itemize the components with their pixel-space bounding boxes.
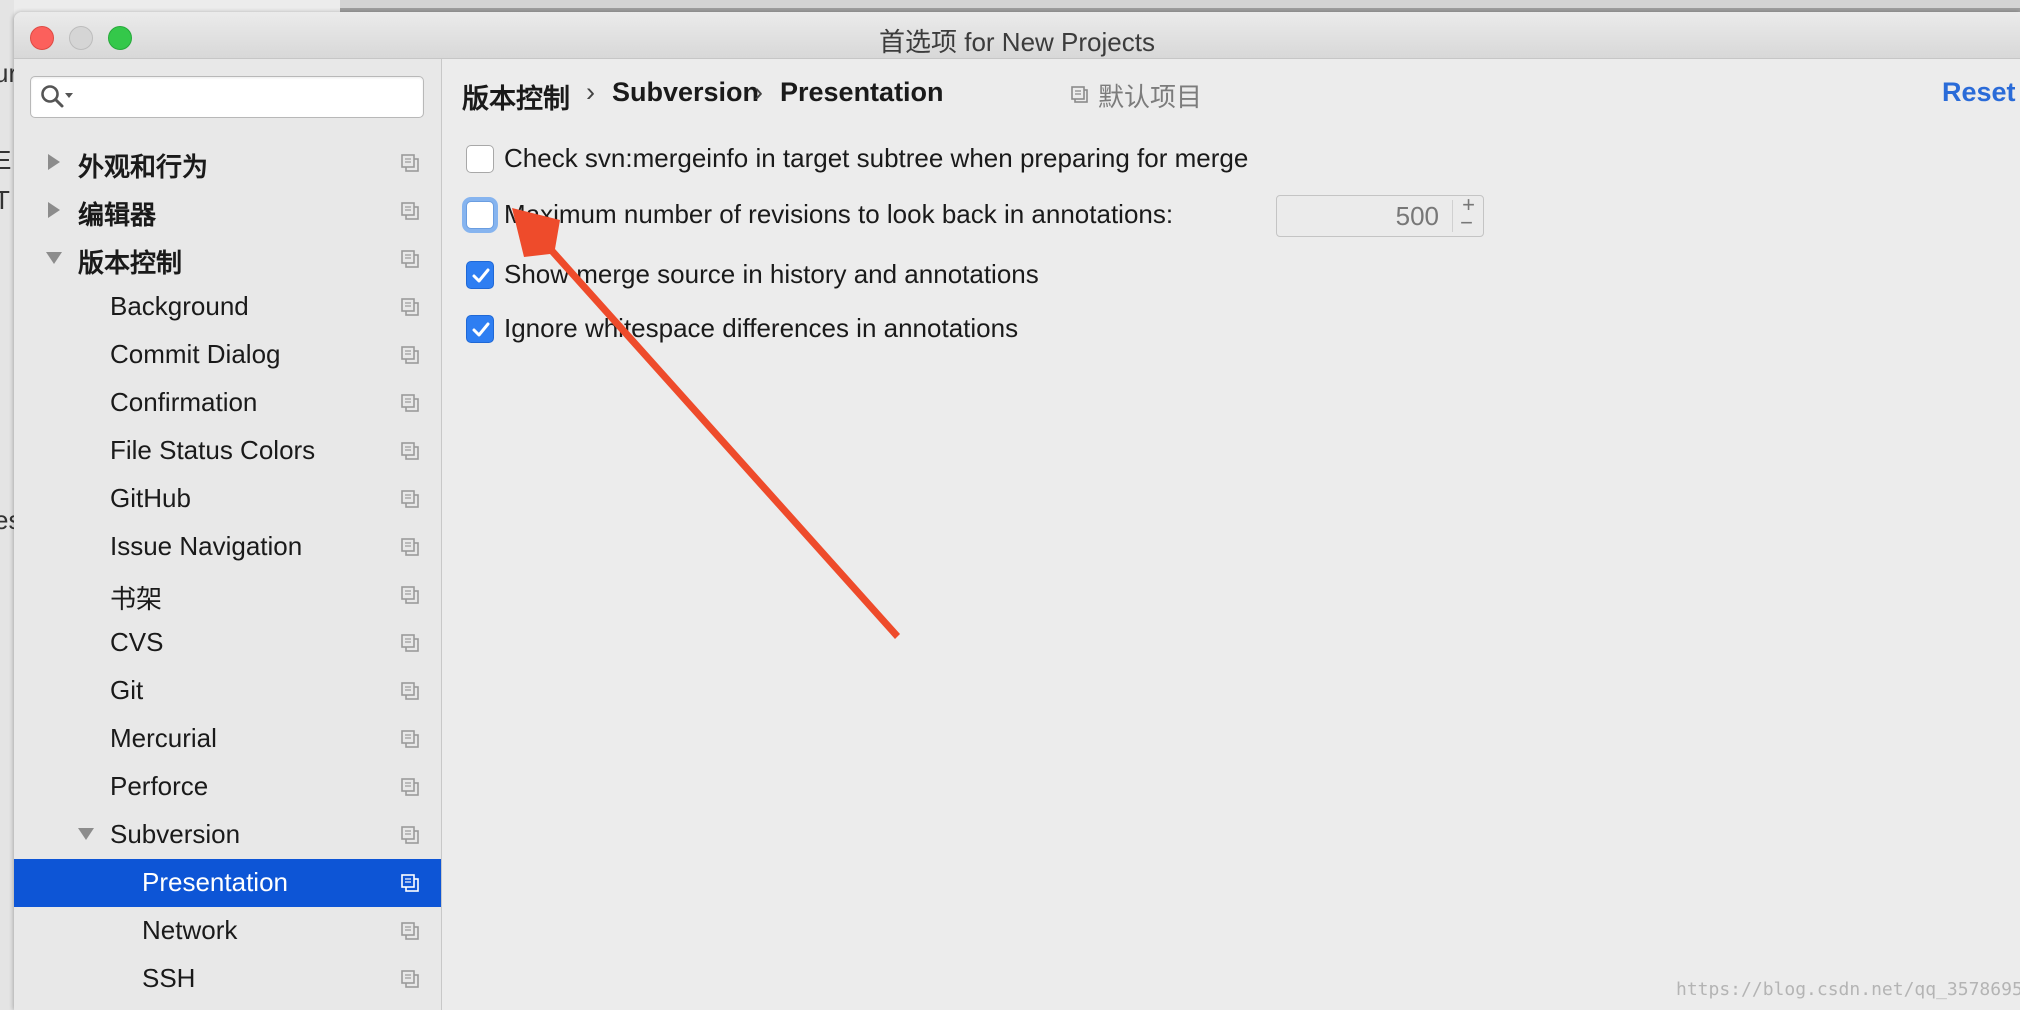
project-settings-icon	[401, 778, 419, 796]
sidebar-item[interactable]: File Status Colors	[14, 427, 441, 475]
sidebar-item[interactable]: CVS	[14, 619, 441, 667]
sidebar-item-label: Issue Navigation	[110, 531, 303, 561]
sidebar-item-label: CVS	[110, 627, 164, 657]
breadcrumb-item[interactable]: Subversion	[612, 77, 759, 108]
breadcrumb-item: Presentation	[780, 77, 944, 107]
sidebar-item[interactable]: GitHub	[14, 475, 441, 523]
settings-sidebar: 外观和行为编辑器版本控制 Background Commit Dialog Confi…	[14, 59, 442, 1010]
expand-arrow-down-icon[interactable]	[44, 247, 64, 269]
default-project-label: 默认项目	[1098, 82, 1203, 112]
project-settings-icon	[401, 346, 419, 364]
project-settings-icon	[401, 490, 419, 508]
project-settings-icon	[401, 538, 419, 556]
sidebar-item[interactable]: 外观和行为	[14, 139, 441, 187]
show-merge-source-checkbox[interactable]	[466, 261, 494, 289]
project-settings-icon	[401, 682, 419, 700]
sidebar-item-label: Network	[142, 915, 238, 945]
sidebar-item[interactable]: Issue Navigation	[14, 523, 441, 571]
sidebar-item[interactable]: Network	[14, 907, 441, 955]
sidebar-item-label: 书架	[110, 584, 163, 614]
project-settings-icon	[401, 202, 419, 220]
option-label: Ignore whitespace differences in annotat…	[504, 313, 1019, 343]
sidebar-item-label: Git	[110, 675, 144, 705]
project-settings-icon	[401, 154, 419, 172]
title-bar[interactable]: 首选项 for New Projects	[14, 12, 2020, 59]
project-settings-icon	[401, 922, 419, 940]
sidebar-item-label: 编辑器	[78, 200, 157, 230]
checkmark-icon	[472, 322, 490, 337]
option-label: Show merge source in history and annotat…	[504, 259, 1039, 289]
project-settings-icon	[401, 586, 419, 604]
sidebar-item-label: Perforce	[110, 771, 209, 801]
sidebar-item-label: Confirmation	[110, 387, 258, 417]
project-settings-icon	[401, 442, 419, 460]
sidebar-item[interactable]: Subversion	[14, 811, 441, 859]
sidebar-item-label: Subversion	[110, 819, 241, 849]
sidebar-item[interactable]: Presentation	[14, 859, 441, 907]
check-mergeinfo-checkbox[interactable]	[466, 145, 494, 173]
breadcrumb-separator: ›	[586, 77, 595, 107]
sidebar-item[interactable]: Commit Dialog	[14, 331, 441, 379]
background-text-fragment: es	[0, 505, 14, 535]
sidebar-item-label: Commit Dialog	[110, 339, 281, 369]
sidebar-item-label: 外观和行为	[78, 152, 209, 182]
max-revisions-checkbox[interactable]	[466, 201, 494, 229]
sidebar-item[interactable]: Perforce	[14, 763, 441, 811]
revisions-spinner[interactable]: 500 + −	[1276, 192, 1484, 237]
checkmark-icon	[472, 268, 490, 283]
reset-link[interactable]: Reset	[1942, 77, 2016, 108]
expand-arrow-right-icon[interactable]	[44, 199, 64, 221]
sidebar-item[interactable]: Mercurial	[14, 715, 441, 763]
sidebar-item-label: 版本控制	[78, 248, 183, 278]
search-input[interactable]	[81, 81, 415, 113]
option-label: Maximum number of revisions to look back…	[504, 199, 1174, 229]
project-settings-icon	[401, 634, 419, 652]
revisions-value[interactable]: 500	[1396, 201, 1439, 232]
sidebar-item[interactable]: 编辑器	[14, 187, 441, 235]
settings-content: 版本控制 › Subversion › Presentation 默认项目 Re…	[442, 59, 2020, 1010]
project-settings-icon	[401, 874, 419, 892]
background-window-edge	[340, 0, 2020, 12]
sidebar-item-label: Presentation	[142, 867, 288, 897]
breadcrumb-item[interactable]: 版本控制	[462, 77, 570, 116]
sidebar-item[interactable]: 书架	[14, 571, 441, 619]
sidebar-item[interactable]: 版本控制	[14, 235, 441, 283]
watermark: https://blog.csdn.net/qq_35786954	[1676, 979, 2020, 1000]
ignore-whitespace-checkbox[interactable]	[466, 315, 494, 343]
breadcrumb-separator: ›	[754, 77, 763, 107]
background-text-fragment: T	[0, 185, 10, 215]
sidebar-item[interactable]: Git	[14, 667, 441, 715]
sidebar-item-label: GitHub	[110, 483, 191, 513]
project-settings-icon	[401, 394, 419, 412]
background-app-strip: ur E T es	[0, 0, 14, 1010]
decrement-button[interactable]: −	[1460, 210, 1473, 236]
expand-arrow-down-icon[interactable]	[76, 823, 96, 845]
settings-search[interactable]	[30, 76, 424, 118]
search-icon	[41, 85, 73, 108]
sidebar-item[interactable]: Confirmation	[14, 379, 441, 427]
project-settings-icon	[401, 298, 419, 316]
sidebar-item-label: File Status Colors	[110, 435, 316, 465]
sidebar-item-label: Mercurial	[110, 723, 217, 753]
expand-arrow-right-icon[interactable]	[44, 151, 64, 173]
background-text-fragment: ur	[0, 58, 14, 88]
background-text-fragment: E	[0, 145, 12, 175]
project-settings-icon	[401, 970, 419, 988]
sidebar-item-label: SSH	[142, 963, 196, 993]
sidebar-item[interactable]: SSH	[14, 955, 441, 1003]
preferences-window: 首选项 for New Projects 外观和行为 编辑器 版本控制 Backgro…	[14, 12, 2020, 1010]
window-title: 首选项 for New Projects	[879, 27, 1155, 57]
project-settings-icon	[401, 250, 419, 268]
project-settings-icon	[401, 826, 419, 844]
sidebar-item-label: Background	[110, 291, 249, 321]
copy-settings-icon	[1071, 86, 1088, 103]
option-label: Check svn:mergeinfo in target subtree wh…	[504, 143, 1249, 173]
project-settings-icon	[401, 730, 419, 748]
sidebar-item[interactable]: Background	[14, 283, 441, 331]
